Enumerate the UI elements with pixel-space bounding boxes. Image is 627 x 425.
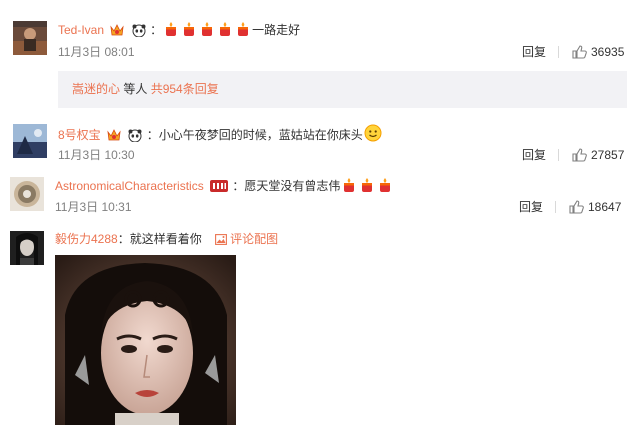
username-link[interactable]: Ted-Ivan [58, 23, 104, 37]
reply-button[interactable]: 回复 [519, 199, 543, 215]
comment-list: Ted-Ivan ： 一路走好 11月3日 08:01 回复 36935 嵩迷的心… [0, 0, 627, 425]
comment-date: 11月3日 08:01 [58, 45, 135, 59]
member-badge-icon [209, 179, 229, 197]
comment-photo[interactable] [55, 255, 236, 425]
comment-date: 11月3日 10:30 [58, 148, 135, 162]
colon: ： [150, 23, 163, 37]
comment-picture-label: 评论配图 [230, 232, 279, 246]
candle-emoji [181, 21, 197, 41]
candle-emoji [217, 21, 233, 41]
comment-picture-link[interactable]: 评论配图 [215, 232, 278, 246]
comment-date: 11月3日 10:31 [55, 200, 132, 214]
colon: ： [117, 232, 130, 246]
candle-emoji [235, 21, 251, 41]
sub-reply-count-link[interactable]: 共954条回复 [151, 82, 219, 96]
username-link[interactable]: 8号权宝 [58, 128, 101, 142]
avatar[interactable] [13, 21, 47, 55]
candle-emoji [163, 21, 179, 41]
like-button[interactable]: 18647 [569, 199, 621, 215]
username-link[interactable]: 毅伤力4288 [55, 232, 118, 246]
panda-badge-icon [131, 23, 147, 41]
sub-replies-box[interactable]: 嵩迷的心 等人 共954条回复 [58, 71, 627, 108]
divider [558, 46, 559, 58]
avatar[interactable] [13, 124, 47, 158]
like-count: 18647 [588, 200, 622, 214]
smile-emoji [364, 124, 382, 146]
avatar[interactable] [10, 231, 44, 265]
comment-text: 愿天堂没有曾志伟 [244, 179, 341, 193]
crown-badge-icon [106, 128, 122, 146]
comment-header: Ted-Ivan ： 一路走好 [58, 21, 300, 41]
divider [555, 201, 556, 213]
divider [558, 149, 559, 161]
candle-emoji [377, 177, 393, 197]
thumbs-up-icon [569, 200, 584, 214]
sub-reply-user-link[interactable]: 嵩迷的心 [72, 82, 120, 96]
avatar[interactable] [10, 177, 44, 211]
candle-emoji [341, 177, 357, 197]
comment-header: AstronomicalCharacteristics ：愿天堂没有曾志伟 [55, 177, 394, 197]
candle-emoji [199, 21, 215, 41]
colon: ： [232, 179, 245, 193]
candle-emoji [359, 177, 375, 197]
panda-badge-icon [127, 128, 143, 146]
like-button[interactable]: 27857 [572, 147, 624, 163]
thumbs-up-icon [572, 45, 587, 59]
comment-text: 就这样看着你 [129, 232, 202, 246]
thumbs-up-icon [572, 148, 587, 162]
reply-button[interactable]: 回复 [522, 147, 546, 163]
like-count: 27857 [591, 148, 625, 162]
comment-header: 毅伤力4288：就这样看着你 评论配图 [55, 231, 278, 247]
comment-text: 一路走好 [252, 23, 301, 37]
like-count: 36935 [591, 45, 625, 59]
reply-button[interactable]: 回复 [522, 44, 546, 60]
colon: ： [146, 128, 159, 142]
comment-text: 小心午夜梦回的时候，蓝姑站在你床头 [158, 128, 363, 142]
comment-header: 8号权宝 ：小心午夜梦回的时候，蓝姑站在你床头 [58, 124, 383, 146]
username-link[interactable]: AstronomicalCharacteristics [55, 179, 204, 193]
crown-badge-icon [109, 23, 125, 41]
sub-replies-summary: 嵩迷的心 等人 共954条回复 [72, 81, 219, 97]
like-button[interactable]: 36935 [572, 44, 624, 60]
sub-reply-middle-text: 等人 [120, 82, 151, 96]
image-icon [215, 234, 228, 245]
